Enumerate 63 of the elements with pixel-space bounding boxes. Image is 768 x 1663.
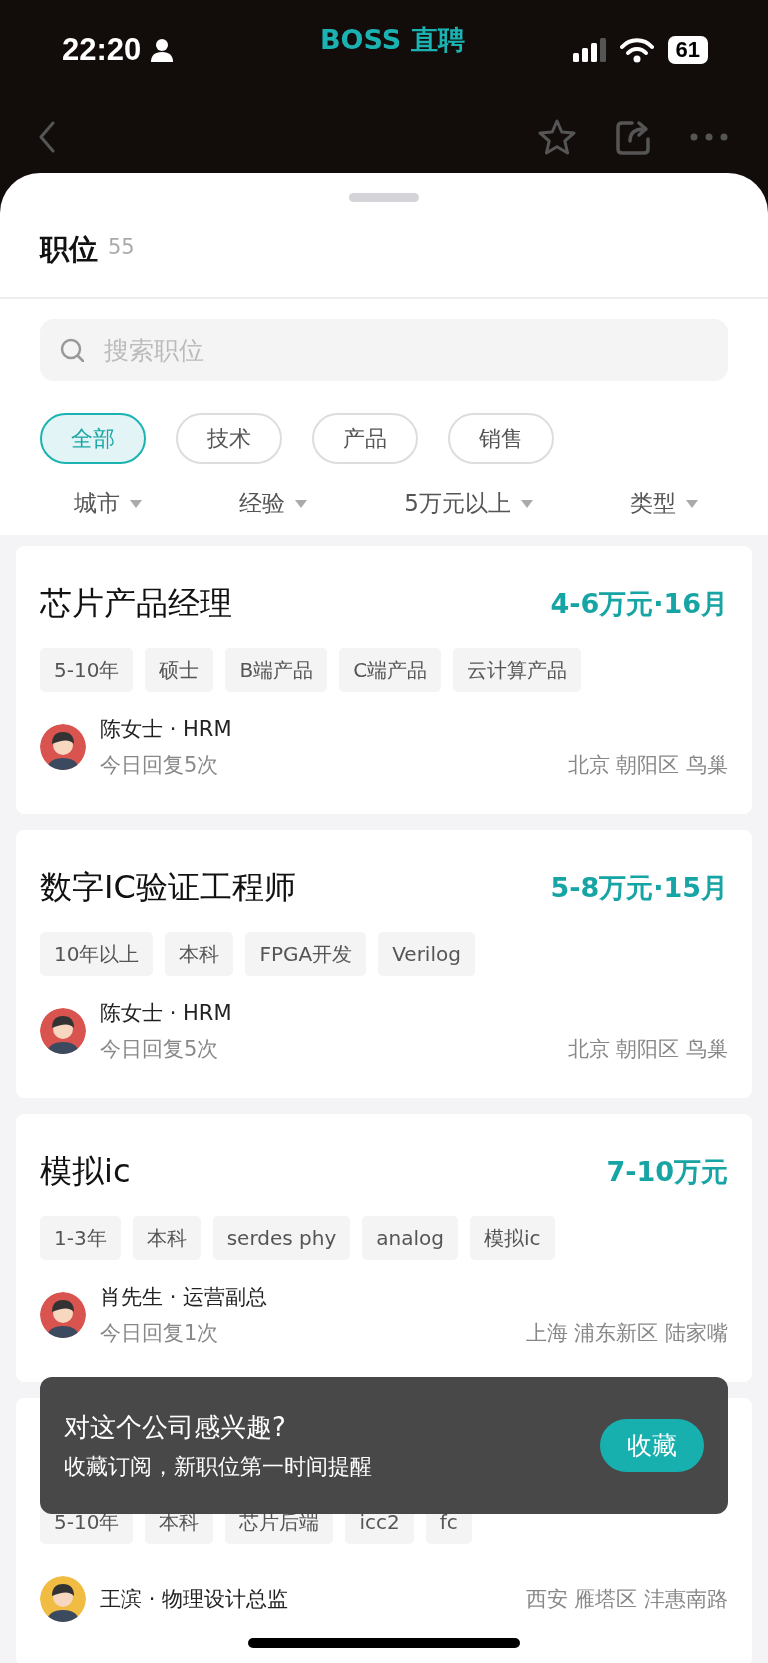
search-icon xyxy=(60,338,84,362)
category-tab[interactable]: 销售 xyxy=(448,413,554,464)
job-tag: 本科 xyxy=(132,1216,201,1260)
job-tag: 模拟ic xyxy=(469,1216,555,1260)
toast-title: 对这个公司感兴趣? xyxy=(64,1410,287,1444)
search-bar[interactable]: 搜索职位 xyxy=(40,319,728,381)
caret-icon xyxy=(520,499,533,508)
job-tag: 1-3年 xyxy=(40,1216,121,1260)
job-tag: C端产品 xyxy=(339,648,442,692)
job-tag: B端产品 xyxy=(225,648,328,692)
section-title: 职位 xyxy=(40,230,98,268)
job-tag: Verilog xyxy=(378,932,475,976)
more-icon[interactable] xyxy=(690,131,728,142)
caret-icon xyxy=(295,499,308,508)
job-tag: FPGA开发 xyxy=(245,932,367,976)
salary: 7-10万元 xyxy=(606,1155,728,1189)
search-field[interactable]: 搜索职位 xyxy=(102,334,708,366)
filter-dropdown[interactable]: 类型 xyxy=(629,484,698,523)
salary: 4-6万元·16月 xyxy=(550,587,728,621)
job-count: 55 xyxy=(108,234,135,259)
job-card[interactable]: 数字IC验证工程师 5-8万元·15月 10年以上 本科 FPGA开发 Verilog 陈女士 · HRM 今日回复5次 北京 朝阳区 鸟巢 xyxy=(16,830,752,1098)
status-time: 22:20 xyxy=(62,32,142,68)
app-logo: BOSS 直聘 xyxy=(320,23,465,57)
job-tag: 10年以上 xyxy=(40,932,154,976)
filter-dropdown[interactable]: 城市 xyxy=(74,484,142,523)
recruiter-name: 陈女士 · HRM xyxy=(100,716,232,743)
person-icon xyxy=(151,38,174,62)
salary: 5-8万元·15月 xyxy=(550,871,728,905)
caret-icon xyxy=(685,499,698,508)
wifi-icon xyxy=(619,37,654,63)
job-tag: 5-10年 xyxy=(40,648,134,692)
job-tag: serdes phy xyxy=(212,1216,351,1260)
drag-handle[interactable] xyxy=(349,193,419,202)
job-tag: 本科 xyxy=(165,932,234,976)
job-tag: analog xyxy=(362,1216,458,1260)
reply-count: 今日回复5次 xyxy=(100,1036,220,1063)
job-tag: 硕士 xyxy=(145,648,214,692)
job-title: 数字IC验证工程师 xyxy=(40,867,296,908)
filter-dropdown[interactable]: 经验 xyxy=(239,484,308,523)
job-title: 芯片产品经理 xyxy=(40,583,232,624)
battery-icon: 61 xyxy=(667,36,708,64)
share-icon[interactable] xyxy=(616,118,650,155)
recruiter-name: 肖先生 · 运营副总 xyxy=(100,1284,268,1311)
job-card[interactable]: 芯片产品经理 4-6万元·16月 5-10年 硕士 B端产品 C端产品 云计算产品 陈女士 · HRM 今日回复5次 北京 朝阳区 鸟巢 xyxy=(16,546,752,814)
job-card[interactable]: 模拟ic 7-10万元 1-3年 本科 serdes phy analog 模拟ic 肖先生 · 运营副总 今日回复1次 上海 浦东新区 陆家嘴 xyxy=(16,1114,752,1382)
job-tag: 云计算产品 xyxy=(453,648,582,692)
job-location: 上海 浦东新区 陆家嘴 xyxy=(525,1320,728,1347)
toast-message: 收藏订阅，新职位第一时间提醒 xyxy=(64,1452,372,1481)
signal-icon xyxy=(572,38,606,62)
recruiter-name: 陈女士 · HRM xyxy=(100,1000,232,1027)
job-location: 北京 朝阳区 鸟巢 xyxy=(567,752,728,779)
back-icon[interactable] xyxy=(38,120,56,153)
job-location: 西安 雁塔区 沣惠南路 xyxy=(525,1586,728,1613)
category-tab[interactable]: 技术 xyxy=(176,413,282,464)
job-location: 北京 朝阳区 鸟巢 xyxy=(567,1036,728,1063)
category-tab[interactable]: 产品 xyxy=(312,413,418,464)
reply-count: 今日回复5次 xyxy=(100,752,220,779)
job-title: 模拟ic xyxy=(40,1151,131,1192)
star-icon[interactable] xyxy=(538,118,576,155)
recruiter-name: 王滨 · 物理设计总监 xyxy=(100,1586,289,1613)
reply-count: 今日回复1次 xyxy=(100,1320,220,1347)
filter-dropdown[interactable]: 5万元以上 xyxy=(404,484,533,523)
caret-icon xyxy=(130,499,142,508)
